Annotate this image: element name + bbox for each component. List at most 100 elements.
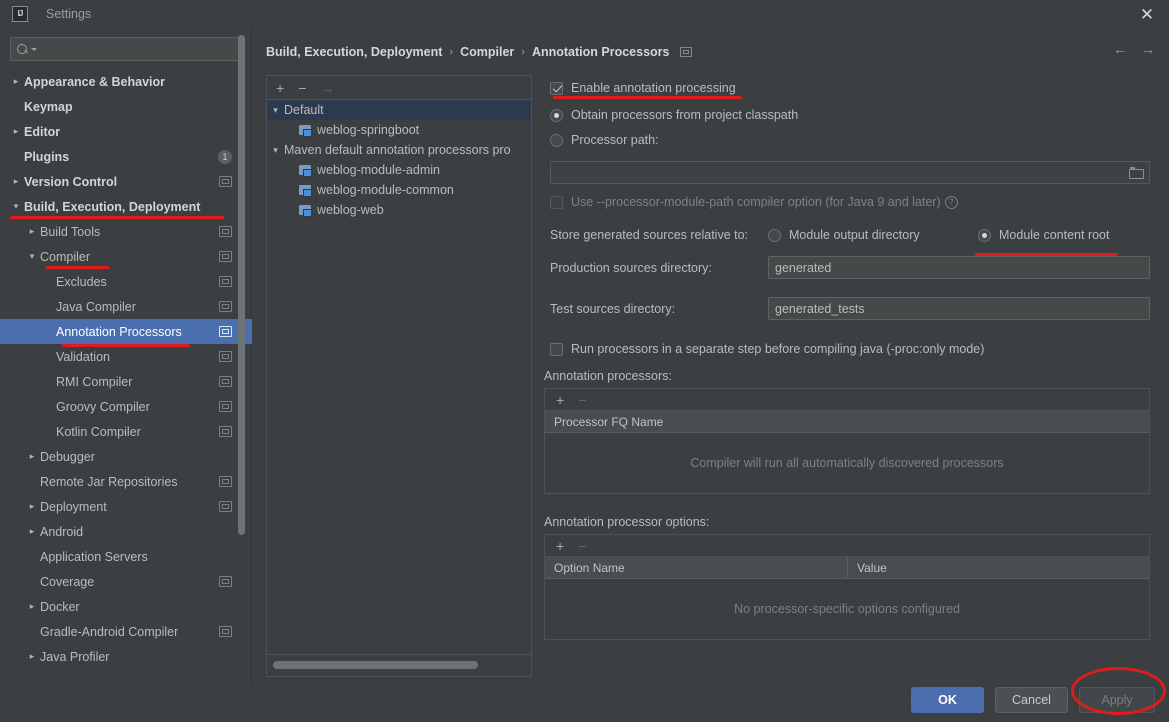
- cancel-button[interactable]: Cancel: [995, 687, 1068, 713]
- processor-path-input[interactable]: [550, 161, 1150, 184]
- module-row[interactable]: weblog-springboot: [267, 120, 531, 140]
- sidebar-item-excludes[interactable]: Excludes: [0, 269, 252, 294]
- sidebar-item-validation[interactable]: Validation: [0, 344, 252, 369]
- module-content-root-radio[interactable]: [978, 228, 991, 242]
- module-row-label: Maven default annotation processors pro: [284, 143, 511, 157]
- sidebar-item-compiler[interactable]: ▾ Compiler: [0, 244, 252, 269]
- breadcrumb-part-1[interactable]: Build, Execution, Deployment: [266, 45, 442, 59]
- add-profile-button[interactable]: +: [276, 81, 284, 95]
- use-processor-module-path-checkbox[interactable]: [550, 195, 563, 209]
- module-content-root-row[interactable]: Module content root: [978, 228, 1110, 242]
- sidebar-item-plugins[interactable]: Plugins 1: [0, 144, 252, 169]
- run-separate-step-checkbox[interactable]: [550, 342, 563, 356]
- enable-annotation-processing-row[interactable]: Enable annotation processing: [550, 81, 736, 95]
- chevron-right-icon[interactable]: ▸: [24, 651, 40, 662]
- processor-module-path-help-icon[interactable]: ?: [944, 195, 958, 209]
- sidebar-item-groovy-compiler[interactable]: Groovy Compiler: [0, 394, 252, 419]
- chevron-right-icon[interactable]: ▸: [8, 126, 24, 137]
- remove-profile-button[interactable]: −: [298, 81, 306, 95]
- module-output-directory-row[interactable]: Module output directory: [768, 228, 920, 242]
- sidebar-item-android[interactable]: ▸ Android: [0, 519, 252, 544]
- profile-group-row[interactable]: ▾ Default: [267, 100, 531, 120]
- module-row[interactable]: weblog-web: [267, 200, 531, 220]
- sidebar-item-label: Keymap: [24, 99, 73, 114]
- module-output-directory-radio[interactable]: [768, 228, 781, 242]
- sidebar-item-rmi-compiler[interactable]: RMI Compiler: [0, 369, 252, 394]
- module-row[interactable]: weblog-module-common: [267, 180, 531, 200]
- breadcrumb-separator-2: ›: [521, 46, 525, 58]
- test-sources-input[interactable]: generated_tests: [768, 297, 1150, 320]
- processor-path-radio[interactable]: [550, 133, 563, 147]
- sidebar-item-version-control[interactable]: ▸ Version Control: [0, 169, 252, 194]
- sidebar-item-keymap[interactable]: Keymap: [0, 94, 252, 119]
- chevron-right-icon[interactable]: ▸: [8, 76, 24, 87]
- sidebar-item-appearance-behavior[interactable]: ▸ Appearance & Behavior: [0, 69, 252, 94]
- sidebar-item-java-profiler[interactable]: ▸ Java Profiler: [0, 644, 252, 669]
- sidebar-item-label: Gradle-Android Compiler: [40, 624, 179, 639]
- obtain-from-classpath-label: Obtain processors from project classpath: [571, 108, 799, 122]
- sidebar-item-java-compiler[interactable]: Java Compiler: [0, 294, 252, 319]
- move-to-profile-button[interactable]: →: [320, 81, 334, 95]
- forward-arrow-icon[interactable]: →: [1141, 41, 1155, 57]
- sidebar-item-coverage[interactable]: Coverage: [0, 569, 252, 594]
- enable-annotation-processing-checkbox[interactable]: [550, 81, 563, 95]
- sidebar-item-docker[interactable]: ▸ Docker: [0, 594, 252, 619]
- column-header-processor-fq-name[interactable]: Processor FQ Name: [545, 411, 1149, 433]
- chevron-right-icon[interactable]: ▸: [24, 526, 40, 537]
- sidebar-item-build-tools[interactable]: ▸ Build Tools: [0, 219, 252, 244]
- sidebar-item-annotation-processors[interactable]: Annotation Processors: [0, 319, 252, 344]
- search-box[interactable]: [10, 37, 241, 61]
- dialog-content: ▸ Appearance & Behavior Keymap ▸ Editor Plugi…: [0, 27, 1169, 720]
- processor-path-row[interactable]: Processor path:: [550, 133, 659, 147]
- chevron-down-icon[interactable]: ▾: [24, 251, 40, 262]
- sidebar-item-remote-jar-repositories[interactable]: Remote Jar Repositories: [0, 469, 252, 494]
- chevron-right-icon[interactable]: ▸: [24, 226, 40, 237]
- run-separate-step-row[interactable]: Run processors in a separate step before…: [550, 342, 984, 356]
- add-processor-button[interactable]: +: [556, 393, 564, 407]
- sidebar-item-gradle-android-compiler[interactable]: Gradle-Android Compiler: [0, 619, 252, 644]
- folder-icon[interactable]: [1129, 167, 1144, 179]
- dialog-button-bar: OK Cancel Apply: [0, 687, 1169, 722]
- annotation-processors-table: + − Processor FQ Name Compiler will run …: [544, 388, 1150, 494]
- sidebar-item-label: Appearance & Behavior: [24, 74, 166, 89]
- module-profiles-panel: + − → ▾ Default weblog-springboot ▾ Maven de…: [266, 75, 532, 677]
- chevron-right-icon[interactable]: ▸: [24, 451, 40, 462]
- chevron-down-icon[interactable]: ▾: [267, 105, 284, 116]
- store-generated-sources-row: Store generated sources relative to:: [550, 228, 748, 242]
- module-list: ▾ Default weblog-springboot ▾ Maven default …: [267, 100, 531, 653]
- breadcrumb-part-3[interactable]: Annotation Processors: [532, 45, 670, 59]
- chevron-right-icon[interactable]: ▸: [24, 601, 40, 612]
- profile-group-row[interactable]: ▾ Maven default annotation processors pro: [267, 140, 531, 160]
- column-header-option-name[interactable]: Option Name: [545, 557, 847, 579]
- chevron-down-icon[interactable]: ▾: [267, 145, 284, 156]
- sidebar-item-application-servers[interactable]: Application Servers: [0, 544, 252, 569]
- sidebar-item-debugger[interactable]: ▸ Debugger: [0, 444, 252, 469]
- chevron-right-icon[interactable]: ▸: [24, 501, 40, 512]
- settings-sidebar: ▸ Appearance & Behavior Keymap ▸ Editor Plugi…: [0, 27, 252, 720]
- obtain-from-classpath-radio[interactable]: [550, 108, 563, 122]
- use-processor-module-path-row[interactable]: Use --processor-module-path compiler opt…: [550, 195, 958, 209]
- module-row[interactable]: weblog-module-admin: [267, 160, 531, 180]
- options-table-toolbar: + −: [545, 535, 1149, 557]
- sidebar-item-label: Remote Jar Repositories: [40, 474, 178, 489]
- test-sources-label-row: Test sources directory:: [550, 302, 675, 316]
- remove-option-button[interactable]: −: [578, 539, 586, 553]
- sidebar-item-editor[interactable]: ▸ Editor: [0, 119, 252, 144]
- obtain-from-classpath-row[interactable]: Obtain processors from project classpath: [550, 108, 798, 122]
- column-header-value[interactable]: Value: [847, 556, 1149, 579]
- sidebar-scrollbar[interactable]: [238, 35, 245, 535]
- module-hscrollbar-thumb[interactable]: [273, 661, 478, 669]
- remove-processor-button[interactable]: −: [578, 393, 586, 407]
- back-arrow-icon[interactable]: ←: [1113, 41, 1127, 57]
- add-option-button[interactable]: +: [556, 539, 564, 553]
- sidebar-item-deployment[interactable]: ▸ Deployment: [0, 494, 252, 519]
- breadcrumb-part-2[interactable]: Compiler: [460, 45, 514, 59]
- search-input[interactable]: [37, 42, 240, 56]
- chevron-down-icon[interactable]: ▾: [8, 201, 24, 212]
- annotation-underline-annotation-processors: [62, 344, 190, 347]
- production-sources-input[interactable]: generated: [768, 256, 1150, 279]
- sidebar-item-kotlin-compiler[interactable]: Kotlin Compiler: [0, 419, 252, 444]
- ok-button[interactable]: OK: [911, 687, 984, 713]
- chevron-right-icon[interactable]: ▸: [8, 176, 24, 187]
- close-icon[interactable]: ✕: [1135, 2, 1159, 26]
